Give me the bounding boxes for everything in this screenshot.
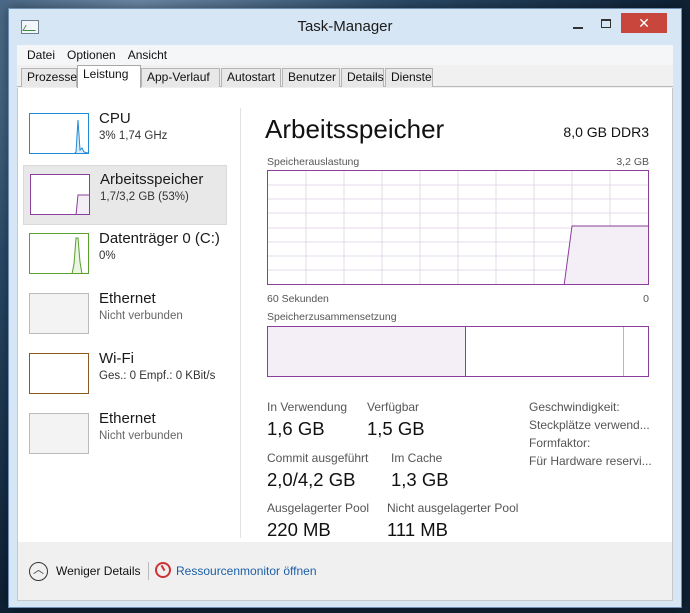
available-label: Verfügbar bbox=[367, 400, 420, 414]
tab-leistung[interactable]: Leistung bbox=[77, 65, 141, 88]
maximize-button[interactable] bbox=[592, 13, 620, 33]
performance-panel: CPU 3% 1,74 GHz Arbeitsspeicher 1,7/3,2 … bbox=[17, 88, 673, 601]
sidebar-item-label: Arbeitsspeicher bbox=[100, 171, 204, 188]
cache-value: 1,3 GB bbox=[391, 469, 449, 490]
tab-autostart[interactable]: Autostart bbox=[221, 68, 281, 87]
commit-value: 2,0/4,2 GB bbox=[267, 469, 356, 490]
sidebar-item-wifi[interactable]: Wi-Fi Ges.: 0 Empf.: 0 KBit/s bbox=[23, 345, 227, 405]
resource-monitor-link[interactable]: Ressourcenmonitor öffnen bbox=[176, 564, 317, 578]
memory-detail-view: Arbeitsspeicher 8,0 GB DDR3 Speicherausl… bbox=[248, 88, 668, 543]
resource-sidebar: CPU 3% 1,74 GHz Arbeitsspeicher 1,7/3,2 … bbox=[18, 88, 236, 543]
page-title: Arbeitsspeicher bbox=[265, 114, 445, 144]
sidebar-item-label: Datenträger 0 (C:) bbox=[99, 230, 220, 247]
minimize-button[interactable] bbox=[564, 13, 592, 33]
ethernet-thumbnail-graph bbox=[29, 293, 89, 334]
sidebar-item-detail: Nicht verbunden bbox=[99, 430, 183, 442]
tab-app-verlauf[interactable]: App-Verlauf bbox=[141, 68, 220, 87]
sidebar-item-label: Ethernet bbox=[99, 290, 156, 307]
sidebar-item-label: CPU bbox=[99, 110, 131, 127]
close-icon: ✕ bbox=[638, 15, 650, 31]
tab-prozesse[interactable]: Prozesse bbox=[21, 68, 77, 87]
sidebar-item-datentraeger[interactable]: Datenträger 0 (C:) 0% bbox=[23, 225, 227, 285]
memory-spec: 8,0 GB DDR3 bbox=[563, 124, 649, 140]
menu-optionen[interactable]: Optionen bbox=[61, 48, 122, 62]
resource-monitor-icon bbox=[155, 562, 171, 578]
tab-dienste[interactable]: Dienste bbox=[385, 68, 433, 87]
cpu-thumbnail-graph bbox=[29, 113, 89, 154]
commit-label: Commit ausgeführt bbox=[267, 451, 369, 465]
minimize-icon bbox=[573, 26, 583, 29]
memory-usage-chart bbox=[268, 171, 648, 284]
tab-bar: Prozesse Leistung App-Verlauf Autostart … bbox=[17, 65, 673, 88]
speed-label: Geschwindigkeit: bbox=[529, 400, 620, 414]
sidebar-item-ethernet-1[interactable]: Ethernet Nicht verbunden bbox=[23, 285, 227, 345]
sidebar-item-ethernet-2[interactable]: Ethernet Nicht verbunden bbox=[23, 405, 227, 465]
paged-pool-label: Ausgelagerter Pool bbox=[267, 501, 370, 515]
panel-divider bbox=[240, 108, 241, 538]
maximize-icon bbox=[601, 19, 611, 29]
chevron-up-icon: ︿ bbox=[33, 564, 44, 576]
nonpaged-pool-value: 111 MB bbox=[387, 519, 449, 540]
memory-usage-area bbox=[563, 225, 648, 284]
memory-thumbnail-graph bbox=[30, 174, 90, 215]
tab-benutzer[interactable]: Benutzer bbox=[282, 68, 340, 87]
title-bar[interactable]: Task-Manager ✕ bbox=[9, 9, 681, 45]
collapse-details-button[interactable]: ︿ bbox=[29, 562, 48, 581]
sidebar-item-detail: 1,7/3,2 GB (53%) bbox=[100, 191, 189, 203]
ethernet-thumbnail-graph bbox=[29, 413, 89, 454]
disk-thumbnail-graph bbox=[29, 233, 89, 274]
available-value: 1,5 GB bbox=[367, 418, 425, 439]
hardware-reserved-label: Für Hardware reservi... bbox=[529, 454, 651, 468]
cache-label: Im Cache bbox=[391, 451, 443, 465]
sidebar-item-label: Wi-Fi bbox=[99, 350, 134, 367]
sidebar-item-detail: Nicht verbunden bbox=[99, 310, 183, 322]
usage-graph-max: 3,2 GB bbox=[616, 156, 649, 168]
sidebar-item-cpu[interactable]: CPU 3% 1,74 GHz bbox=[23, 105, 227, 165]
composition-label: Speicherzusammensetzung bbox=[267, 311, 397, 323]
close-button[interactable]: ✕ bbox=[621, 13, 667, 33]
sidebar-item-detail: Ges.: 0 Empf.: 0 KBit/s bbox=[99, 370, 216, 382]
form-factor-label: Formfaktor: bbox=[529, 436, 591, 450]
sidebar-item-arbeitsspeicher[interactable]: Arbeitsspeicher 1,7/3,2 GB (53%) bbox=[23, 165, 227, 225]
memory-usage-graph bbox=[267, 170, 649, 285]
standby-separator bbox=[623, 327, 624, 376]
tab-details[interactable]: Details bbox=[341, 68, 384, 87]
menu-datei[interactable]: Datei bbox=[21, 48, 61, 62]
graph-time-label: 60 Sekunden bbox=[267, 293, 329, 305]
paged-pool-value: 220 MB bbox=[267, 519, 331, 540]
client-area: Datei Optionen Ansicht Prozesse Leistung… bbox=[17, 45, 673, 601]
usage-graph-label: Speicherauslastung bbox=[267, 156, 360, 168]
in-use-segment bbox=[268, 327, 466, 376]
in-use-label: In Verwendung bbox=[267, 400, 348, 414]
sidebar-item-label: Ethernet bbox=[99, 410, 156, 427]
menu-ansicht[interactable]: Ansicht bbox=[122, 48, 173, 62]
sidebar-item-detail: 3% 1,74 GHz bbox=[99, 130, 168, 142]
graph-time-end: 0 bbox=[643, 293, 649, 305]
task-manager-window: Task-Manager ✕ Datei Optionen Ansicht Pr… bbox=[8, 8, 682, 608]
footer-bar: ︿ Weniger Details Ressourcenmonitor öffn… bbox=[18, 542, 672, 600]
menu-bar: Datei Optionen Ansicht bbox=[17, 45, 673, 65]
footer-separator bbox=[148, 562, 149, 580]
less-details-label[interactable]: Weniger Details bbox=[56, 564, 140, 578]
slots-label: Steckplätze verwend... bbox=[529, 418, 650, 432]
in-use-value: 1,6 GB bbox=[267, 418, 325, 439]
sidebar-item-detail: 0% bbox=[99, 250, 116, 262]
memory-composition-bar bbox=[267, 326, 649, 377]
nonpaged-pool-label: Nicht ausgelagerter Pool bbox=[387, 501, 519, 515]
wifi-thumbnail-graph bbox=[29, 353, 89, 394]
